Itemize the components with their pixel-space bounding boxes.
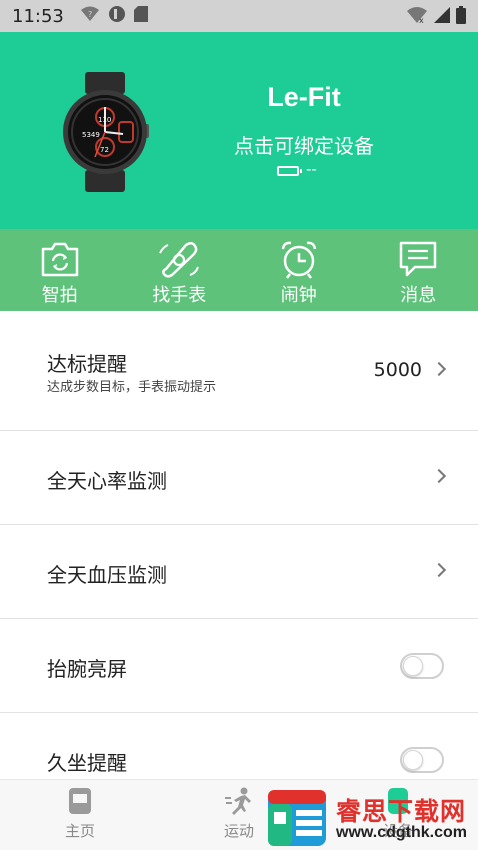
settings-list: 达标提醒 达成步数目标，手表振动提示 5000 全天心率监测 全天血压监测 抬腕… — [0, 311, 478, 807]
battery-value: -- — [306, 160, 317, 178]
nav-home[interactable]: 主页 — [40, 786, 120, 841]
find-watch-icon — [159, 242, 200, 278]
svg-text:?: ? — [88, 10, 92, 19]
wifi-off-icon: x — [406, 6, 428, 28]
running-icon — [225, 787, 251, 815]
message-icon — [400, 241, 437, 277]
svg-text:x: x — [419, 16, 424, 24]
signal-icon — [434, 6, 450, 28]
smartwatch-image: 110 5349 72 — [55, 72, 155, 192]
app-title: Le-Fit — [267, 82, 341, 112]
battery-icon — [277, 166, 302, 176]
chevron-right-icon — [431, 562, 447, 578]
wrist-raise-row: 抬腕亮屏 — [0, 619, 478, 713]
goal-reminder-desc: 达成步数目标，手表振动提示 — [47, 380, 217, 395]
home-icon — [69, 788, 91, 814]
wifi-question-icon: ? — [80, 6, 100, 26]
sd-card-icon — [133, 6, 148, 26]
goal-steps-value: 5000 — [373, 359, 422, 381]
goal-reminder-title: 达标提醒 — [47, 352, 127, 376]
watch-face-steps: 5349 — [82, 131, 100, 139]
action-label: 智拍 — [41, 285, 78, 306]
device-header[interactable]: 110 5349 72 Le-Fit 点击可绑定设备 -- — [0, 32, 478, 229]
action-find-watch[interactable]: 找手表 — [120, 229, 240, 311]
status-bar: 11:53 ? x — [0, 0, 478, 32]
nav-label: 运动 — [223, 822, 254, 840]
chevron-right-icon — [431, 361, 447, 377]
site-watermark: 睿思下载网 www.cdgthk.com — [264, 786, 478, 850]
quick-actions-bar: 智拍 找手表 闹钟 消息 — [0, 229, 478, 311]
watch-face-bottom: 72 — [100, 146, 109, 154]
action-label: 闹钟 — [280, 285, 317, 306]
heart-rate-title: 全天心率监测 — [47, 469, 167, 493]
blood-pressure-row[interactable]: 全天血压监测 — [0, 525, 478, 619]
wrist-raise-title: 抬腕亮屏 — [47, 657, 127, 681]
heart-rate-row[interactable]: 全天心率监测 — [0, 431, 478, 525]
status-time: 11:53 — [12, 5, 64, 27]
nav-label: 主页 — [64, 822, 95, 840]
watermark-url: www.cdgthk.com — [336, 824, 467, 841]
toggle-knob — [403, 656, 423, 676]
goal-reminder-row[interactable]: 达标提醒 达成步数目标，手表振动提示 5000 — [0, 311, 478, 431]
watermark-logo-icon — [268, 790, 326, 846]
blood-pressure-title: 全天血压监测 — [47, 563, 167, 587]
chevron-right-icon — [431, 468, 447, 484]
status-right: x — [406, 6, 466, 28]
watermark-text: 睿思下载网 — [336, 798, 467, 826]
action-alarm[interactable]: 闹钟 — [239, 229, 359, 311]
toggle-knob — [403, 750, 423, 770]
watch-face-top: 110 — [98, 116, 112, 124]
sedentary-toggle[interactable] — [400, 747, 444, 773]
action-label: 消息 — [400, 285, 437, 306]
alarm-clock-icon — [281, 241, 316, 279]
action-label: 找手表 — [152, 285, 207, 306]
action-messages[interactable]: 消息 — [359, 229, 478, 311]
bind-device-prompt[interactable]: 点击可绑定设备 — [200, 130, 408, 159]
wrist-raise-toggle[interactable] — [400, 653, 444, 679]
camera-icon — [41, 242, 78, 277]
action-smart-photo[interactable]: 智拍 — [0, 229, 120, 311]
battery-status-icon — [456, 6, 466, 28]
sedentary-title: 久坐提醒 — [47, 751, 127, 775]
data-saver-icon — [108, 5, 126, 27]
